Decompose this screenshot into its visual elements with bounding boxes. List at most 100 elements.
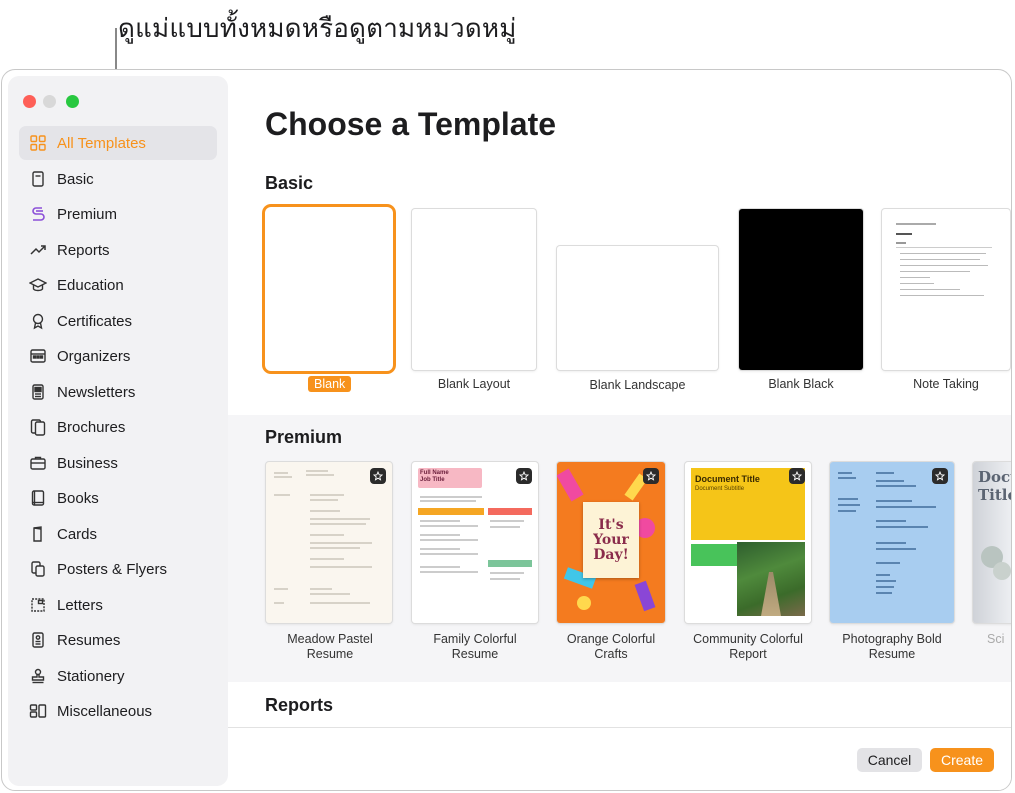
sidebar-item-label: Cards bbox=[57, 525, 98, 543]
template-label-line2: Report bbox=[729, 647, 767, 661]
sidebar-item-letters[interactable]: Letters bbox=[19, 588, 217, 622]
brochure-icon bbox=[27, 416, 49, 438]
template-note-taking[interactable] bbox=[882, 209, 1010, 370]
template-label: Blank Black bbox=[768, 377, 834, 391]
premium-badge-icon bbox=[370, 468, 386, 484]
thumb-crafts-line1: It's bbox=[598, 517, 624, 533]
sidebar-item-premium[interactable]: Premium bbox=[19, 197, 217, 231]
sidebar-item-all-templates[interactable]: All Templates bbox=[19, 126, 217, 160]
sidebar-item-label: Newsletters bbox=[57, 383, 136, 401]
sidebar-item-label: Stationery bbox=[57, 667, 125, 685]
graduation-cap-icon bbox=[27, 274, 49, 296]
create-button[interactable]: Create bbox=[930, 748, 994, 772]
sidebar-item-label: Books bbox=[57, 489, 99, 507]
template-orange-colorful-crafts[interactable]: It's Your Day! bbox=[557, 462, 665, 623]
thumb-community-subtitle: Document Subtitle bbox=[695, 486, 745, 492]
premium-icon bbox=[27, 203, 49, 225]
sidebar-item-basic[interactable]: Basic bbox=[19, 162, 217, 196]
sidebar-item-label: Basic bbox=[57, 170, 94, 188]
sidebar-item-education[interactable]: Education bbox=[19, 268, 217, 302]
sidebar-item-label: Reports bbox=[57, 241, 110, 259]
close-window-button[interactable] bbox=[23, 95, 36, 108]
sidebar-item-miscellaneous[interactable]: Miscellaneous bbox=[19, 694, 217, 728]
template-chooser-window: All Templates Basic Premium Reports Educ… bbox=[1, 69, 1012, 791]
sidebar-item-label: Organizers bbox=[57, 347, 131, 365]
section-title-premium: Premium bbox=[265, 427, 343, 447]
sidebar-item-brochures[interactable]: Brochures bbox=[19, 410, 217, 444]
book-icon bbox=[27, 487, 49, 509]
template-label: Note Taking bbox=[913, 377, 979, 391]
thumb-crafts-line2: Your bbox=[593, 532, 629, 548]
sidebar-item-organizers[interactable]: Organizers bbox=[19, 339, 217, 373]
zoom-window-button[interactable] bbox=[66, 95, 79, 108]
sidebar-item-posters-flyers[interactable]: Posters & Flyers bbox=[19, 552, 217, 586]
stamp-icon bbox=[27, 665, 49, 687]
premium-badge-icon bbox=[932, 468, 948, 484]
calendar-icon bbox=[27, 345, 49, 367]
section-title-reports: Reports bbox=[265, 695, 334, 715]
template-label-line1: Meadow Pastel bbox=[287, 632, 373, 646]
chart-line-icon bbox=[27, 239, 49, 261]
template-label: Sci bbox=[987, 632, 1005, 646]
document-icon bbox=[27, 168, 49, 190]
premium-badge-icon bbox=[643, 468, 659, 484]
card-icon bbox=[27, 523, 49, 545]
premium-badge-icon bbox=[516, 468, 532, 484]
template-label-line2: Resume bbox=[451, 647, 499, 661]
thumb-community-title: Document Title bbox=[695, 474, 760, 484]
template-sci-partial[interactable]: DocuTitle bbox=[973, 462, 1011, 623]
sidebar-item-label: Education bbox=[57, 276, 124, 294]
minimize-window-button[interactable] bbox=[43, 95, 56, 108]
sidebar-item-books[interactable]: Books bbox=[19, 481, 217, 515]
sidebar-item-resumes[interactable]: Resumes bbox=[19, 623, 217, 657]
sidebar-item-label: Letters bbox=[57, 596, 103, 614]
template-family-colorful-resume[interactable]: Full Name Job Title bbox=[412, 462, 538, 623]
thumb-sci-title-line2: Title bbox=[978, 486, 1011, 504]
sidebar-item-newsletters[interactable]: Newsletters bbox=[19, 375, 217, 409]
template-label: Meadow Pastel Resume bbox=[252, 632, 408, 662]
template-photography-bold-resume[interactable] bbox=[830, 462, 954, 623]
template-label: Orange Colorful Crafts bbox=[533, 632, 689, 662]
template-label: Blank Landscape bbox=[589, 378, 686, 392]
sidebar-item-label: All Templates bbox=[57, 134, 146, 152]
template-community-colorful-report[interactable]: Document Title Document Subtitle bbox=[685, 462, 811, 623]
sidebar-item-reports[interactable]: Reports bbox=[19, 233, 217, 267]
sidebar-item-label: Resumes bbox=[57, 631, 121, 649]
sidebar-item-business[interactable]: Business bbox=[19, 446, 217, 480]
briefcase-icon bbox=[27, 452, 49, 474]
newsletter-icon bbox=[27, 381, 49, 403]
grid-icon bbox=[27, 132, 49, 154]
sidebar-item-label: Brochures bbox=[57, 418, 126, 436]
sidebar: All Templates Basic Premium Reports Educ… bbox=[8, 76, 228, 786]
resume-icon bbox=[27, 629, 49, 651]
thumb-family-title-line2: Job Title bbox=[420, 477, 445, 483]
sidebar-item-stationery[interactable]: Stationery bbox=[19, 659, 217, 693]
template-label: Community Colorful Report bbox=[670, 632, 826, 662]
sidebar-item-label: Certificates bbox=[57, 312, 133, 330]
template-label-line1: Community Colorful bbox=[693, 632, 803, 646]
cancel-button[interactable]: Cancel bbox=[857, 748, 922, 772]
premium-badge-icon bbox=[789, 468, 805, 484]
template-label: Blank Layout bbox=[437, 377, 511, 391]
template-label: Family Colorful Resume bbox=[397, 632, 553, 662]
thumb-crafts-line3: Day! bbox=[593, 547, 629, 563]
template-label-line1: Photography Bold bbox=[842, 632, 942, 646]
template-label: Photography Bold Resume bbox=[814, 632, 970, 662]
sidebar-item-cards[interactable]: Cards bbox=[19, 517, 217, 551]
sidebar-item-label: Posters & Flyers bbox=[57, 560, 168, 578]
template-label-line1: Family Colorful bbox=[433, 632, 517, 646]
misc-icon bbox=[27, 700, 49, 722]
sidebar-item-label: Miscellaneous bbox=[57, 702, 153, 720]
template-blank-black[interactable] bbox=[739, 209, 863, 370]
template-blank-landscape[interactable] bbox=[557, 246, 718, 370]
sidebar-item-label: Business bbox=[57, 454, 118, 472]
template-blank[interactable] bbox=[265, 207, 393, 371]
template-blank-layout[interactable] bbox=[412, 209, 536, 370]
template-label-line2: Resume bbox=[868, 647, 916, 661]
page-title: Choose a Template bbox=[265, 106, 557, 142]
template-meadow-pastel-resume[interactable] bbox=[266, 462, 392, 623]
letter-icon bbox=[27, 594, 49, 616]
section-title-basic: Basic bbox=[265, 173, 314, 193]
sidebar-item-certificates[interactable]: Certificates bbox=[19, 304, 217, 338]
template-label-line2: Resume bbox=[306, 647, 354, 661]
